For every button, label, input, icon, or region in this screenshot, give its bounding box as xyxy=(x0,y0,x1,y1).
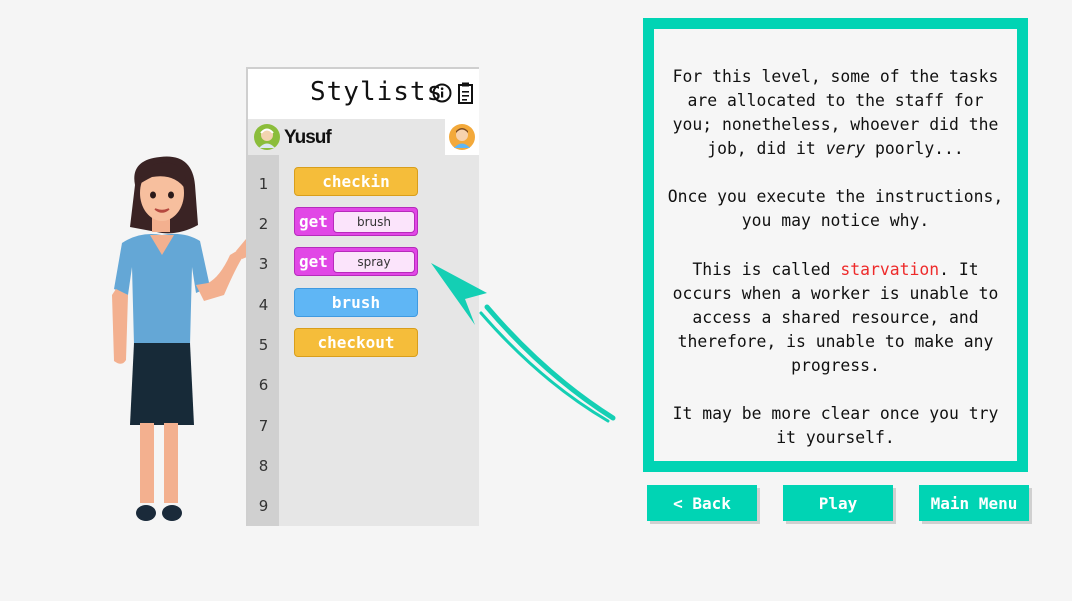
dialog-text-part: poorly... xyxy=(865,139,964,159)
dialog-text: For this level, some of the tasks are al… xyxy=(654,29,1017,461)
dialog-text-part: This is called xyxy=(692,259,841,279)
worker-avatar-icon xyxy=(254,124,280,150)
line-number: 5 xyxy=(258,336,269,354)
line-number: 6 xyxy=(258,376,269,394)
info-icon[interactable] xyxy=(432,83,452,103)
line-number: 8 xyxy=(258,457,269,475)
main-menu-button[interactable]: Main Menu xyxy=(919,485,1029,521)
dialog-paragraph: For this level, some of the tasks are al… xyxy=(664,65,1007,161)
worker-avatar-icon xyxy=(449,124,475,150)
get-brush-block[interactable]: get brush xyxy=(294,207,418,236)
dialog-emphasis: very xyxy=(825,139,866,159)
resource-slot[interactable]: brush xyxy=(333,210,415,233)
next-worker-tab[interactable] xyxy=(445,119,479,155)
arrow-icon xyxy=(431,263,616,423)
checkin-block[interactable]: checkin xyxy=(294,167,418,196)
clipboard-icon[interactable] xyxy=(458,82,474,104)
block-label: checkin xyxy=(322,172,390,191)
resource-slot[interactable]: spray xyxy=(333,250,415,273)
line-number: 4 xyxy=(258,296,269,314)
checkout-block[interactable]: checkout xyxy=(294,328,418,357)
line-number: 2 xyxy=(258,215,269,233)
line-number: 3 xyxy=(258,255,269,273)
panel-title: Stylists xyxy=(310,77,444,107)
block-label: checkout xyxy=(317,333,395,352)
get-spray-block[interactable]: get spray xyxy=(294,247,418,276)
dialog-paragraph: This is called starvation. It occurs whe… xyxy=(664,258,1007,378)
block-label: get xyxy=(299,252,328,271)
panel-header: Stylists xyxy=(248,69,479,119)
line-number: 1 xyxy=(258,175,269,193)
dialog-paragraph: Once you execute the instructions, you m… xyxy=(667,187,1004,231)
block-label: brush xyxy=(331,293,381,312)
play-button[interactable]: Play xyxy=(783,485,893,521)
block-label: get xyxy=(299,212,328,231)
dialog-keyword: starvation xyxy=(840,259,940,279)
line-number: 9 xyxy=(258,497,269,515)
back-button[interactable]: < Back xyxy=(647,485,757,521)
line-number: 7 xyxy=(258,417,269,435)
brush-block[interactable]: brush xyxy=(294,288,418,317)
tutorial-dialog: For this level, some of the tasks are al… xyxy=(643,18,1028,472)
dialog-paragraph: It may be more clear once you try it you… xyxy=(672,404,999,448)
line-number-gutter: 1 2 3 4 5 6 7 8 9 xyxy=(248,155,279,526)
tutorial-character-woman xyxy=(112,156,254,521)
worker-name: Yusuf xyxy=(284,127,332,148)
